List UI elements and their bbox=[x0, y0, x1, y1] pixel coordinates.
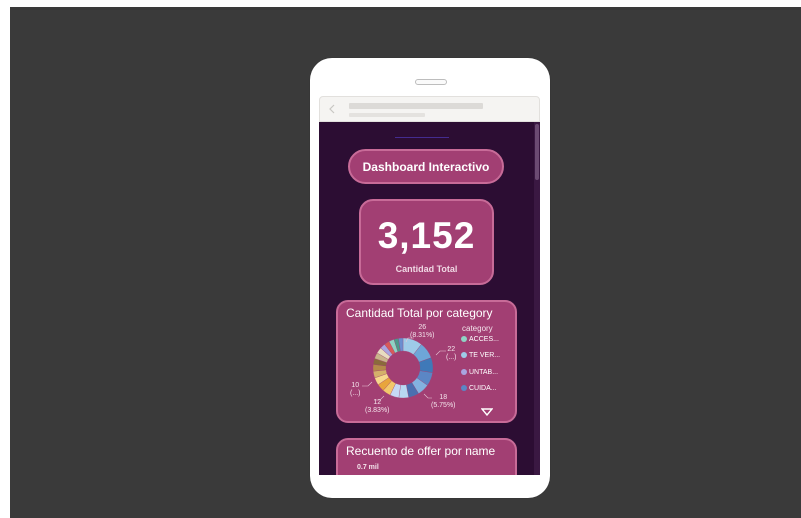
legend-item[interactable]: UNTAB... bbox=[461, 369, 498, 376]
legend-dot bbox=[461, 352, 467, 359]
legend-item[interactable]: ACCES... bbox=[461, 336, 499, 343]
legend-scroll-down-icon[interactable] bbox=[481, 408, 493, 416]
browser-address-bar bbox=[319, 96, 540, 122]
workspace-background: Dashboard Interactivo 3,152 Cantidad Tot… bbox=[10, 7, 801, 518]
scrollbar[interactable] bbox=[534, 122, 540, 475]
data-label-26: 26 (8.31%) bbox=[410, 324, 435, 339]
bar-chart-card[interactable]: Recuento de offer por name 0.7 mil bbox=[336, 438, 517, 475]
chart-title: Cantidad Total por category bbox=[346, 306, 493, 320]
data-label-18: 18 (5.75%) bbox=[431, 394, 456, 409]
donut-chart[interactable] bbox=[371, 336, 435, 400]
kpi-value: 3,152 bbox=[377, 215, 476, 256]
data-label-10: 10 (...) bbox=[350, 382, 361, 397]
speaker-slot bbox=[415, 79, 447, 85]
legend-item[interactable]: TE VER... bbox=[461, 352, 500, 359]
legend-dot bbox=[461, 385, 467, 392]
scrollbar-thumb[interactable] bbox=[535, 124, 539, 180]
donut-chart-card[interactable]: Cantidad Total por category 26 (8.31%) 2… bbox=[336, 300, 517, 423]
legend-title: category bbox=[462, 324, 493, 333]
data-label-22: 22 (...) bbox=[446, 346, 457, 361]
data-label-12: 12 (3.83%) bbox=[365, 399, 390, 414]
chart-title: Recuento de offer por name bbox=[346, 444, 496, 458]
legend-item[interactable]: CUIDA... bbox=[461, 385, 497, 392]
kpi-label: Cantidad Total bbox=[395, 264, 458, 274]
report-canvas[interactable]: Dashboard Interactivo 3,152 Cantidad Tot… bbox=[319, 122, 540, 475]
kpi-card-cantidad-total[interactable]: 3,152 Cantidad Total bbox=[359, 199, 494, 285]
dashboard-title-label: Dashboard Interactivo bbox=[362, 159, 490, 174]
url-placeholder-subbar bbox=[349, 113, 425, 117]
dashboard-title-button[interactable]: Dashboard Interactivo bbox=[348, 149, 504, 184]
phone-frame: Dashboard Interactivo 3,152 Cantidad Tot… bbox=[310, 58, 550, 498]
y-axis-tick: 0.7 mil bbox=[357, 464, 379, 471]
back-icon[interactable] bbox=[326, 103, 338, 115]
logo-strip bbox=[395, 128, 449, 138]
legend-dot bbox=[461, 336, 467, 343]
url-placeholder-bar bbox=[349, 103, 483, 109]
legend-dot bbox=[461, 369, 467, 376]
